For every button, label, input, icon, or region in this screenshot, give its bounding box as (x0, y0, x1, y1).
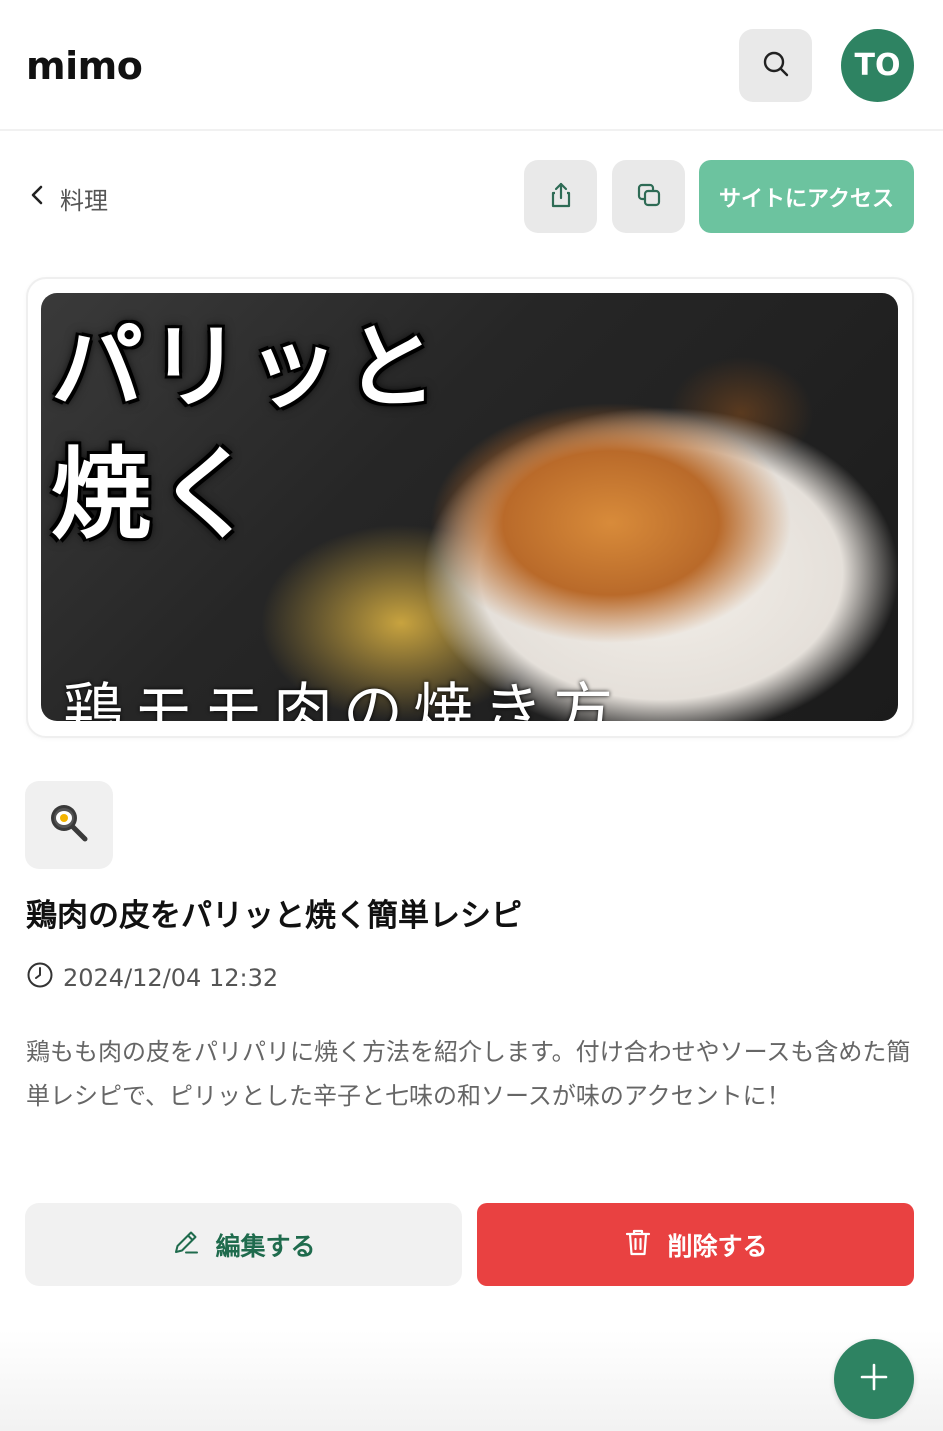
add-button[interactable] (834, 1339, 914, 1419)
search-icon (761, 49, 791, 83)
trash-icon (623, 1226, 653, 1264)
item-date: 2024/12/04 12:32 (26, 960, 278, 996)
copy-button[interactable] (612, 160, 685, 233)
share-icon (546, 180, 576, 214)
frying-pan-icon (47, 801, 91, 849)
chevron-left-icon (30, 184, 44, 212)
delete-button[interactable]: 削除する (477, 1203, 914, 1286)
search-button[interactable] (739, 29, 812, 102)
app-logo[interactable]: mimo (26, 44, 143, 88)
thumbnail-text-line2: 焼く (51, 436, 263, 553)
edit-label: 編集する (215, 1231, 316, 1261)
pencil-icon (171, 1227, 201, 1263)
thumbnail-text-line1: パリッと (51, 314, 444, 421)
edit-button[interactable]: 編集する (25, 1203, 462, 1286)
thumbnail-text-bottom: 鶏モモ肉の焼き方 (63, 677, 623, 721)
item-description: 鶏もも肉の皮をパリパリに焼く方法を紹介します。付け合わせやソースも含めた簡単レシ… (26, 1038, 911, 1110)
category-emoji-box (25, 781, 113, 869)
back-link[interactable]: 料理 (30, 178, 108, 218)
delete-label: 削除する (667, 1231, 768, 1261)
back-label: 料理 (60, 186, 108, 215)
item-date-text: 2024/12/04 12:32 (63, 964, 279, 992)
app-header: mimo TO (0, 0, 943, 131)
bottom-fade (0, 1330, 943, 1431)
user-avatar[interactable]: TO (841, 29, 914, 102)
item-title: 鶏肉の皮をパリッと焼く簡単レシピ (26, 898, 522, 934)
share-button[interactable] (524, 160, 597, 233)
clock-icon (26, 961, 54, 995)
thumbnail-image[interactable]: パリッと 焼く 鶏モモ肉の焼き方 (41, 293, 898, 721)
visit-site-button[interactable]: サイトにアクセス (699, 160, 914, 233)
copy-icon (634, 180, 664, 214)
plus-icon (859, 1362, 889, 1396)
